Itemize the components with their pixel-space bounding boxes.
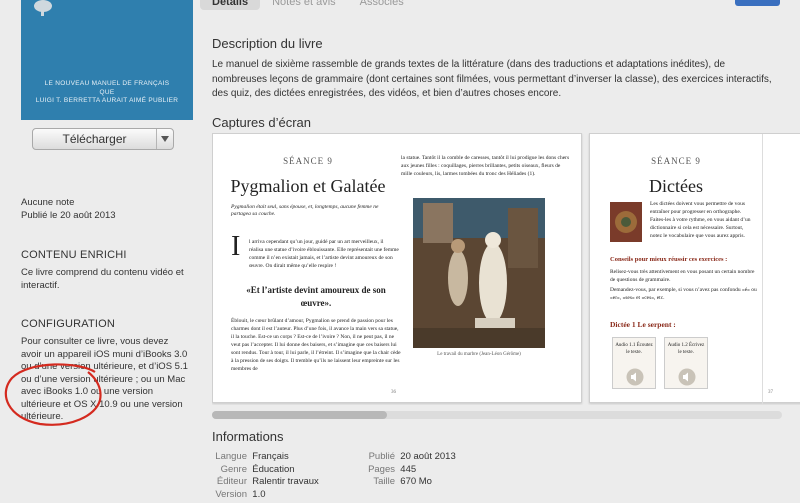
info-key: Langue xyxy=(215,451,247,462)
red-annotation-circle xyxy=(4,363,102,426)
info-value: 670 Mo xyxy=(400,476,432,487)
screenshots-carousel[interactable]: Séance 9 Pygmalion et Galatée Pygmalion … xyxy=(212,133,800,405)
book-cover[interactable]: LE NOUVEAU MANUEL DE FRANÇAIS QUE LUIGI … xyxy=(21,0,193,120)
page2-number: 37 xyxy=(768,390,773,395)
info-row: Genre Éducation xyxy=(212,464,319,477)
painting-caption: Le travail du marbre (Jean-Léon Gérôme) xyxy=(437,352,521,357)
page1-para1: l arriva cependant qu’un jour, guidé par… xyxy=(249,239,399,269)
info-key: Éditeur xyxy=(216,476,247,487)
speaker-icon xyxy=(626,368,644,386)
page2-intro: Les dictées doivent vous permettre de vo… xyxy=(650,201,751,239)
dictee-title: Dictée 1 Le serpent : xyxy=(610,320,676,329)
scrollbar-thumb[interactable] xyxy=(212,411,387,419)
info-key: Version xyxy=(215,488,247,500)
download-options-button[interactable] xyxy=(157,129,173,149)
description-title: Description du livre xyxy=(212,36,323,51)
info-value: 445 xyxy=(400,463,417,475)
audio-1-widget[interactable]: Audio 1.1 Écoutez le texte. xyxy=(612,337,656,389)
page1-number: 36 xyxy=(391,390,396,395)
info-row: Taille 670 Mo xyxy=(361,476,456,489)
info-value: 1.0 xyxy=(252,488,266,500)
info-value: Français xyxy=(252,451,289,462)
seance-label-2: Séance 9 xyxy=(651,156,701,166)
page1-intro: Pygmalion était seul, sans épouse, et, l… xyxy=(231,204,379,217)
info-row: Éditeur Ralentir travaux xyxy=(212,476,319,489)
tab-related[interactable]: Associés xyxy=(348,0,416,10)
page-divider xyxy=(762,134,763,404)
cover-title: LE NOUVEAU MANUEL DE FRANÇAIS QUE LUIGI … xyxy=(21,80,193,106)
config-title: CONFIGURATION xyxy=(21,318,116,330)
dictee-image xyxy=(610,202,642,242)
top-action-button[interactable] xyxy=(735,0,780,6)
screenshot-1[interactable]: Séance 9 Pygmalion et Galatée Pygmalion … xyxy=(212,133,582,403)
rating-text: Aucune note xyxy=(21,197,75,208)
info-key: Publié xyxy=(368,451,395,462)
cover-line-2: QUE xyxy=(99,88,115,96)
page1-quote: «Et l’artiste devint amoureux de son œuv… xyxy=(246,285,386,308)
screenshot-2[interactable]: Séance 9 Dictées Les dictées doivent vou… xyxy=(589,133,800,404)
published-text: Publié le 20 août 2013 xyxy=(21,210,116,221)
page1-col2: la statue. Tantôt il la comble de caress… xyxy=(401,155,570,177)
page2-title: Dictées xyxy=(649,176,703,196)
tab-details[interactable]: Détails xyxy=(200,0,261,10)
info-left-list: Langue Français Genre Éducation Éditeur … xyxy=(212,451,319,501)
enriched-text: Ce livre comprend du contenu vidéo et in… xyxy=(21,267,184,291)
dropcap: I xyxy=(231,231,241,262)
page1-para2: Éblouit, le cœur brûlant d’amour, Pygmal… xyxy=(231,318,401,372)
screenshots-scrollbar[interactable] xyxy=(212,411,782,419)
audio-2-label: Audio 1.2 Écrivez le texte. xyxy=(667,343,705,355)
info-value: 20 août 2013 xyxy=(400,451,456,462)
cover-line-1: LE NOUVEAU MANUEL DE FRANÇAIS xyxy=(44,80,170,87)
tab-bar: Détails Notes et avis Associés xyxy=(200,0,416,10)
advice-2: Demandez-vous, par exemple, si vous n’av… xyxy=(610,287,757,301)
info-row: Version 1.0 xyxy=(212,489,319,502)
info-title: Informations xyxy=(212,429,284,444)
screenshots-title: Captures d’écran xyxy=(212,115,311,130)
seance-label: Séance 9 xyxy=(283,156,333,166)
description-text: Le manuel de sixième rassemble de grands… xyxy=(212,59,772,99)
cover-logo-icon xyxy=(34,0,52,16)
info-row: Publié 20 août 2013 xyxy=(361,451,456,464)
speaker-icon xyxy=(678,368,696,386)
info-value: Ralentir travaux xyxy=(252,476,319,487)
audio-2-widget[interactable]: Audio 1.2 Écrivez le texte. xyxy=(664,337,708,389)
info-row: Langue Français xyxy=(212,451,319,464)
audio-1-label: Audio 1.1 Écoutez le texte. xyxy=(615,343,653,355)
chevron-down-icon xyxy=(161,136,169,142)
info-key: Taille xyxy=(373,476,395,487)
tab-reviews[interactable]: Notes et avis xyxy=(260,0,348,10)
painting-image xyxy=(413,198,545,348)
advice-1: Relisez-vous très attentivement en vous … xyxy=(610,269,755,283)
cover-line-3: LUIGI T. BERRETTA AURAIT AIMÉ PUBLIER xyxy=(35,97,179,104)
left-column: LE NOUVEAU MANUEL DE FRANÇAIS QUE LUIGI … xyxy=(0,0,200,503)
info-key: Pages xyxy=(368,463,395,475)
info-right-list: Publié 20 août 2013 Pages 445 Taille 670… xyxy=(361,451,456,489)
info-row: Pages 445 xyxy=(361,464,456,477)
enriched-title: CONTENU ENRICHI xyxy=(21,249,127,261)
download-button[interactable]: Télécharger xyxy=(33,129,157,149)
info-value: Éducation xyxy=(252,463,295,475)
download-button-group: Télécharger xyxy=(32,128,174,150)
advice-title: Conseils pour mieux réussir ces exercice… xyxy=(610,256,728,263)
info-key: Genre xyxy=(220,463,247,475)
page1-title: Pygmalion et Galatée xyxy=(230,176,386,196)
